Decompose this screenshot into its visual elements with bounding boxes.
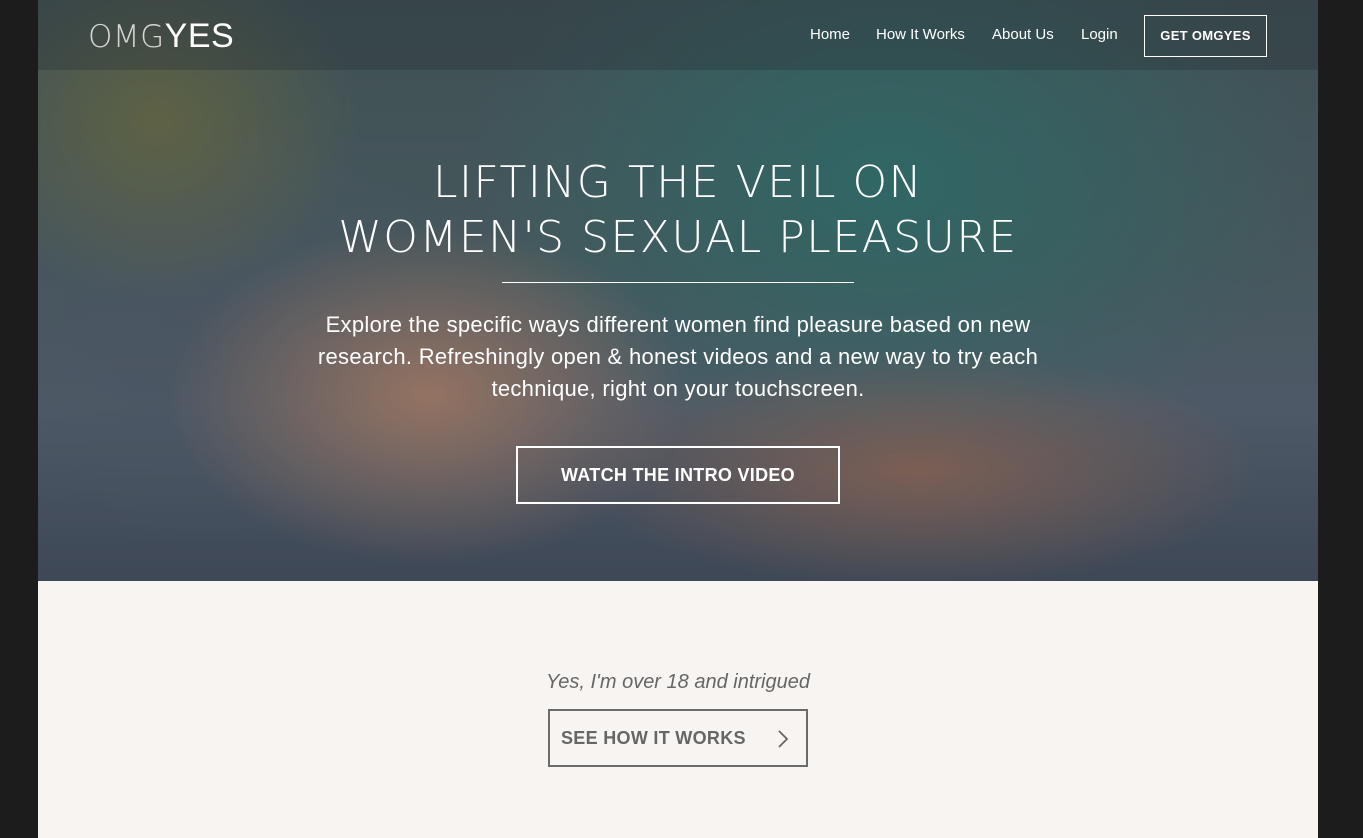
get-omgyes-button[interactable]: GET OMGYES — [1144, 15, 1267, 57]
hero-headline: LIFTING THE VEIL ON WOMEN'S SEXUAL PLEAS… — [38, 155, 1318, 265]
see-how-it-works-button[interactable]: SEE HOW IT WORKS — [548, 709, 808, 767]
omgyes-logo[interactable]: OMGYES — [88, 16, 234, 56]
hero-content: OMGYES Home How It Works About Us Login … — [38, 0, 1318, 581]
nav-link-home[interactable]: Home — [810, 25, 850, 45]
nav-link-login[interactable]: Login — [1081, 25, 1118, 45]
hero-background-image: OMGYES Home How It Works About Us Login … — [38, 0, 1318, 581]
headline-divider — [502, 282, 854, 283]
watch-intro-video-button[interactable]: WATCH THE INTRO VIDEO — [516, 446, 840, 504]
hero-subtext: Explore the specific ways different wome… — [317, 312, 1039, 401]
nav-link-about-us[interactable]: About Us — [992, 25, 1054, 45]
logo-text-omg: OMG — [88, 19, 165, 55]
headline-line-2: WOMEN'S SEXUAL PLEASURE — [338, 212, 1018, 263]
age-confirmation-text: Yes, I'm over 18 and intrigued — [546, 671, 810, 693]
headline-line-1: LIFTING THE VEIL ON — [432, 157, 924, 208]
top-navigation: OMGYES Home How It Works About Us Login … — [38, 0, 1318, 70]
page: OMGYES Home How It Works About Us Login … — [38, 0, 1318, 838]
see-how-it-works-label: SEE HOW IT WORKS — [561, 728, 746, 748]
chevron-right-icon — [778, 730, 789, 748]
nav-link-how-it-works[interactable]: How It Works — [876, 25, 965, 45]
logo-text-yes: YES — [164, 17, 235, 55]
